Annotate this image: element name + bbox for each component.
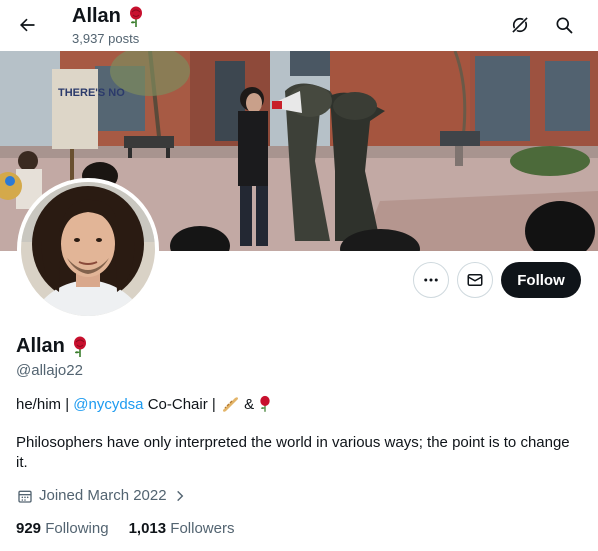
header-title: Allan xyxy=(72,5,145,28)
envelope-icon xyxy=(467,274,483,286)
message-button[interactable] xyxy=(457,262,493,298)
following-label: Following xyxy=(45,520,109,537)
follow-stats: 929 Following 1,013 Followers xyxy=(16,520,234,537)
baguette-emoji-icon xyxy=(222,397,238,412)
bio-mention-link[interactable]: @nycydsa xyxy=(73,396,143,413)
rose-emoji-icon xyxy=(129,6,142,27)
search-icon xyxy=(556,17,573,34)
rose-emoji-icon xyxy=(260,395,270,412)
search-button[interactable] xyxy=(547,8,581,42)
chevron-right-icon xyxy=(176,490,183,501)
profile-handle: @allajo22 xyxy=(16,362,83,379)
calendar-icon xyxy=(18,490,32,503)
follow-button[interactable]: Follow xyxy=(501,262,581,298)
following-count: 929 xyxy=(16,520,42,537)
profile-name: Allan xyxy=(16,335,89,358)
followers-label: Followers xyxy=(170,520,235,537)
followers-count: 1,013 xyxy=(128,520,167,537)
bio-line-2: Philosophers have only interpreted the w… xyxy=(16,434,570,471)
post-count: 3,937 posts xyxy=(72,31,140,46)
avatar-photo xyxy=(21,182,155,316)
more-horizontal-icon xyxy=(424,278,438,282)
grok-button[interactable] xyxy=(503,8,537,42)
joined-date[interactable]: Joined March 2022 xyxy=(17,487,187,504)
bio-suffix: Co-Chair | xyxy=(143,395,220,413)
arrow-left-icon xyxy=(20,18,35,32)
avatar[interactable] xyxy=(17,178,159,320)
following-link[interactable]: 929 Following xyxy=(16,520,109,537)
profile-name-text: Allan xyxy=(16,335,65,357)
joined-text: Joined March 2022 xyxy=(39,487,167,504)
back-button[interactable] xyxy=(10,8,44,42)
sign-text: THERE'S NO xyxy=(58,87,125,99)
more-button[interactable] xyxy=(413,262,449,298)
bio-prefix: he/him | xyxy=(16,395,74,413)
rose-emoji-icon xyxy=(73,336,86,357)
grok-icon xyxy=(512,17,528,33)
followers-link[interactable]: 1,013 Followers xyxy=(129,520,235,537)
header-title-text: Allan xyxy=(72,5,121,27)
top-bar: Allan 3,937 posts xyxy=(0,0,598,51)
bio-amp: & xyxy=(239,395,259,413)
bio-line-1: he/him | @nycydsa Co-Chair | & xyxy=(16,395,272,413)
